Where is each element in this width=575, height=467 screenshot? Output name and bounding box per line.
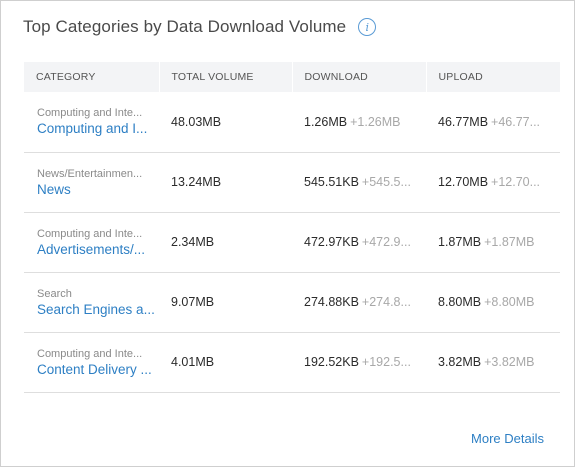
upload-delta: +46.77...	[491, 114, 541, 129]
header-upload[interactable]: UPLOAD	[426, 62, 560, 92]
category-cell: Computing and Inte... Computing and I...	[24, 92, 159, 152]
download-delta: +1.26MB	[350, 114, 401, 129]
total-volume-value: 48.03MB	[171, 114, 222, 129]
total-volume-cell: 9.07MB	[159, 272, 292, 332]
category-link[interactable]: Computing and I...	[37, 121, 159, 136]
table-row: Computing and Inte... Computing and I...…	[24, 92, 560, 152]
parent-category: News/Entertainmen...	[37, 167, 143, 180]
category-link[interactable]: News	[37, 182, 159, 197]
upload-cell: 12.70MB +12.70...	[426, 152, 560, 212]
categories-table: CATEGORY TOTAL VOLUME DOWNLOAD UPLOAD Co…	[24, 62, 560, 393]
total-volume-value: 9.07MB	[171, 295, 215, 309]
download-value: 192.52KB	[304, 355, 359, 369]
table-row: News/Entertainmen... News 13.24MB 545.51…	[24, 152, 560, 212]
info-icon[interactable]: i	[358, 18, 377, 36]
parent-category: Computing and Inte...	[37, 227, 143, 240]
upload-cell: 46.77MB +46.77...	[426, 92, 560, 152]
parent-category: Computing and Inte...	[37, 107, 143, 120]
table-header-row: CATEGORY TOTAL VOLUME DOWNLOAD UPLOAD	[24, 62, 560, 92]
download-value: 472.97KB	[304, 235, 359, 249]
download-cell: 274.88KB +274.8...	[292, 272, 426, 332]
download-cell: 472.97KB +472.9...	[292, 212, 426, 272]
more-details-link[interactable]: More Details	[471, 431, 544, 446]
upload-delta: +1.87MB	[484, 235, 535, 249]
download-value: 545.51KB	[304, 175, 359, 189]
category-cell: Computing and Inte... Advertisements/...	[24, 212, 159, 272]
header-total-volume[interactable]: TOTAL VOLUME	[159, 62, 293, 92]
total-volume-cell: 13.24MB	[159, 152, 292, 212]
card-header: Top Categories by Data Download Volume i	[23, 15, 377, 39]
header-category[interactable]: CATEGORY	[24, 62, 160, 92]
table-row: Computing and Inte... Advertisements/...…	[24, 212, 560, 272]
category-cell: News/Entertainmen... News	[24, 152, 159, 212]
category-cell: Computing and Inte... Content Delivery .…	[24, 332, 159, 392]
upload-value: 1.87MB	[438, 235, 482, 249]
upload-cell: 1.87MB +1.87MB	[426, 212, 560, 272]
download-value: 1.26MB	[304, 114, 348, 129]
category-cell: Search Search Engines a...	[24, 272, 159, 332]
total-volume-cell: 4.01MB	[159, 332, 292, 392]
download-cell: 192.52KB +192.5...	[292, 332, 426, 392]
total-volume-cell: 48.03MB	[159, 92, 292, 152]
parent-category: Search	[37, 287, 72, 300]
download-delta: +192.5...	[361, 355, 411, 369]
table-row: Computing and Inte... Content Delivery .…	[24, 332, 560, 392]
category-link[interactable]: Content Delivery ...	[37, 362, 159, 377]
total-volume-value: 2.34MB	[171, 235, 215, 249]
top-categories-card: Top Categories by Data Download Volume i…	[0, 0, 575, 467]
category-link[interactable]: Advertisements/...	[37, 242, 159, 257]
parent-category: Computing and Inte...	[37, 347, 143, 360]
category-link[interactable]: Search Engines a...	[37, 302, 159, 317]
download-delta: +472.9...	[361, 235, 411, 249]
upload-cell: 3.82MB +3.82MB	[426, 332, 560, 392]
total-volume-cell: 2.34MB	[159, 212, 292, 272]
upload-value: 8.80MB	[438, 295, 482, 309]
upload-delta: +3.82MB	[484, 355, 535, 369]
total-volume-value: 4.01MB	[171, 355, 215, 369]
upload-cell: 8.80MB +8.80MB	[426, 272, 560, 332]
download-delta: +274.8...	[361, 295, 411, 309]
upload-value: 3.82MB	[438, 355, 482, 369]
card-title: Top Categories by Data Download Volume	[23, 17, 347, 36]
download-delta: +545.5...	[361, 175, 411, 189]
upload-value: 12.70MB	[438, 175, 489, 189]
upload-delta: +12.70...	[491, 175, 541, 189]
download-cell: 545.51KB +545.5...	[292, 152, 426, 212]
table-row: Search Search Engines a... 9.07MB 274.88…	[24, 272, 560, 332]
download-cell: 1.26MB +1.26MB	[292, 92, 426, 152]
upload-delta: +8.80MB	[484, 295, 535, 309]
total-volume-value: 13.24MB	[171, 175, 222, 189]
download-value: 274.88KB	[304, 295, 359, 309]
header-download[interactable]: DOWNLOAD	[292, 62, 427, 92]
upload-value: 46.77MB	[438, 114, 489, 129]
